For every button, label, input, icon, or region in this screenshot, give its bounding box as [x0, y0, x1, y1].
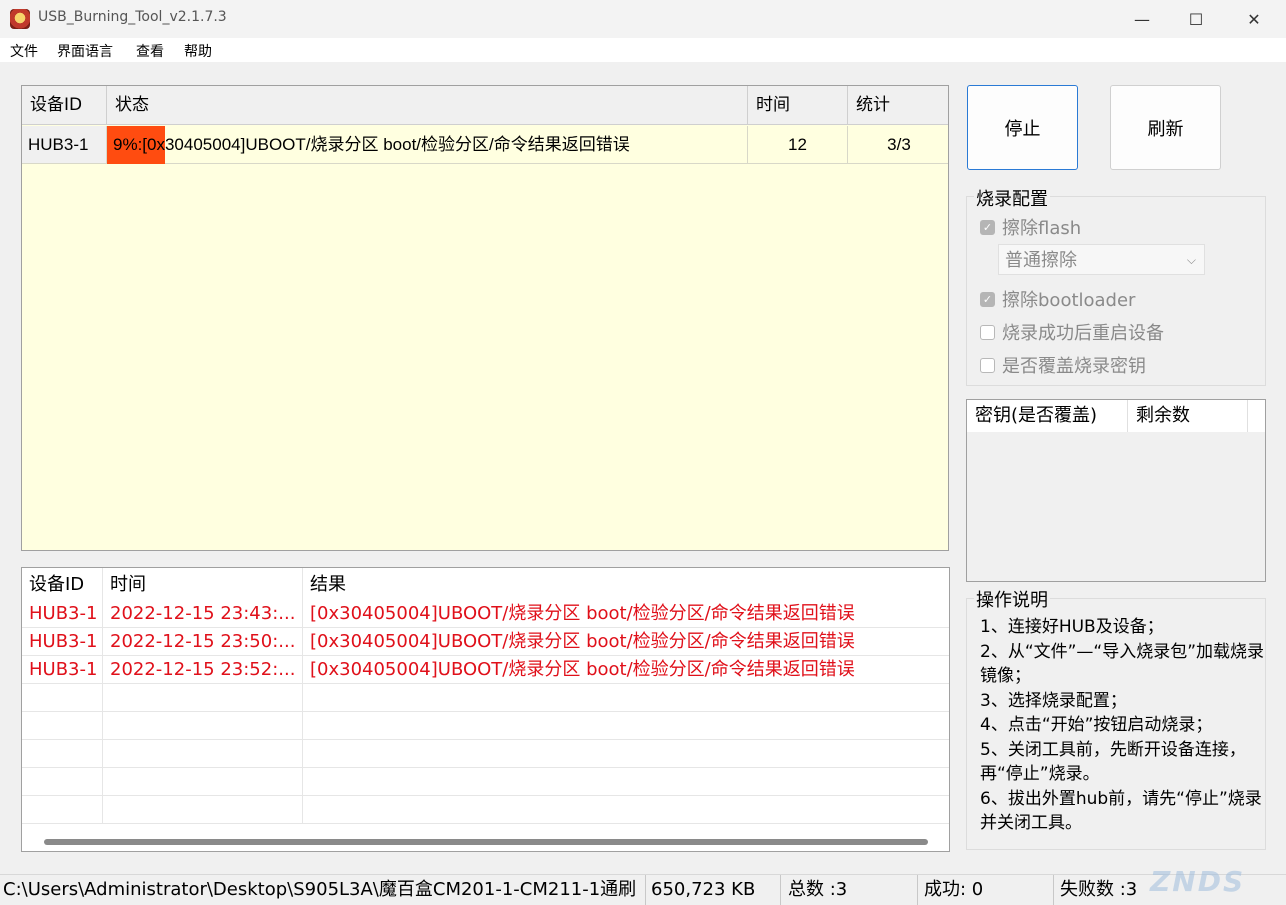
log-device-id: HUB3-1 [22, 656, 103, 684]
empty-log-row [22, 740, 949, 768]
menu-language[interactable]: 界面语言 [57, 41, 113, 61]
watermark-logo: ZNDS [1150, 865, 1246, 898]
log-table[interactable]: 设备ID 时间 结果 HUB3-1 2022-12-15 23:43:... [… [21, 567, 950, 852]
device-id-cell: HUB3-1 [22, 126, 107, 164]
instruction-line: 4、点击“开始”按钮启动烧录； [980, 715, 1213, 735]
status-bar: C:\Users\Administrator\Desktop\S905L3A\魔… [0, 874, 1286, 905]
overwrite-key-checkbox[interactable] [980, 357, 995, 373]
overwrite-key-label: 是否覆盖烧录密钥 [1002, 356, 1146, 377]
log-col-header-time[interactable]: 时间 [103, 568, 303, 602]
empty-cell [103, 684, 303, 712]
log-col-header-result[interactable]: 结果 [303, 568, 949, 602]
log-col-header-device-id[interactable]: 设备ID [22, 568, 103, 602]
menu-bar: 文件 界面语言 查看 帮助 [0, 38, 1286, 62]
log-device-id: HUB3-1 [22, 628, 103, 656]
erase-mode-value: 普通擦除 [1005, 250, 1077, 271]
burn-config-title: 烧录配置 [974, 185, 1050, 211]
col-header-status[interactable]: 状态 [107, 86, 748, 125]
erase-flash-option[interactable]: ✓ 擦除flash [980, 214, 1081, 240]
status-text: 9%:[0x30405004]UBOOT/烧录分区 boot/检验分区/命令结果… [113, 135, 630, 154]
time-cell: 12 [748, 126, 848, 164]
reboot-after-checkbox[interactable] [980, 324, 995, 340]
scrollbar-thumb[interactable] [44, 839, 928, 845]
instruction-line: 2、从“文件”—“导入烧录包”加载烧录镜像； [980, 641, 1265, 687]
reboot-after-option[interactable]: 烧录成功后重启设备 [980, 319, 1164, 345]
title-bar: USB_Burning_Tool_v2.1.7.3 — ☐ ✕ [0, 0, 1286, 38]
log-row[interactable]: HUB3-1 2022-12-15 23:43:... [0x30405004]… [22, 600, 949, 628]
erase-flash-label: 擦除flash [1002, 218, 1082, 239]
overwrite-key-option[interactable]: 是否覆盖烧录密钥 [980, 352, 1146, 378]
refresh-button[interactable]: 刷新 [1110, 85, 1221, 170]
empty-cell [103, 740, 303, 768]
col-header-stats[interactable]: 统计 [848, 86, 948, 125]
app-icon [10, 9, 30, 29]
instructions-title: 操作说明 [974, 586, 1050, 612]
log-result: [0x30405004]UBOOT/烧录分区 boot/检验分区/命令结果返回错… [310, 631, 855, 652]
status-success: 成功: 0 [924, 875, 1054, 905]
col-header-device-id[interactable]: 设备ID [22, 86, 107, 125]
log-device-id: HUB3-1 [22, 600, 103, 628]
status-total: 总数 :3 [788, 875, 918, 905]
empty-cell [22, 796, 103, 824]
log-time: 2022-12-15 23:50:... [103, 628, 303, 656]
stats-cell: 3/3 [848, 126, 948, 164]
erase-bootloader-checkbox[interactable]: ✓ [980, 291, 995, 307]
empty-cell [22, 740, 103, 768]
empty-cell [103, 768, 303, 796]
instruction-line: 6、拔出外置hub前，请先“停止”烧录并关闭工具。 [980, 788, 1262, 834]
menu-help[interactable]: 帮助 [184, 41, 212, 61]
erase-bootloader-option[interactable]: ✓ 擦除bootloader [980, 286, 1135, 312]
empty-cell [22, 712, 103, 740]
minimize-button[interactable]: — [1119, 0, 1165, 38]
erase-bootloader-label: 擦除bootloader [1002, 290, 1136, 311]
status-path: C:\Users\Administrator\Desktop\S905L3A\魔… [3, 875, 646, 905]
window-title: USB_Burning_Tool_v2.1.7.3 [38, 9, 227, 25]
empty-cell [22, 768, 103, 796]
status-cell: 9%:[0x30405004]UBOOT/烧录分区 boot/检验分区/命令结果… [107, 126, 748, 164]
status-size: 650,723 KB [651, 875, 781, 905]
log-time: 2022-12-15 23:52:... [103, 656, 303, 684]
menu-file[interactable]: 文件 [10, 41, 38, 61]
col-header-time[interactable]: 时间 [748, 86, 848, 125]
instruction-line: 1、连接好HUB及设备； [980, 617, 1164, 637]
maximize-button[interactable]: ☐ [1173, 0, 1219, 38]
empty-log-row [22, 684, 949, 712]
erase-flash-checkbox[interactable]: ✓ [980, 219, 995, 235]
empty-cell [22, 684, 103, 712]
stop-button[interactable]: 停止 [967, 85, 1078, 170]
empty-log-row [22, 768, 949, 796]
col-header-key[interactable]: 密钥(是否覆盖) [967, 400, 1128, 432]
empty-cell [103, 796, 303, 824]
empty-log-row [22, 712, 949, 740]
instructions-text: 1、连接好HUB及设备； 2、从“文件”—“导入烧录包”加载烧录镜像； 3、选择… [980, 615, 1265, 836]
col-header-remaining[interactable]: 剩余数 [1128, 400, 1248, 432]
log-result: [0x30405004]UBOOT/烧录分区 boot/检验分区/命令结果返回错… [310, 603, 855, 624]
close-button[interactable]: ✕ [1231, 0, 1277, 38]
empty-log-row [22, 796, 949, 824]
erase-mode-select[interactable]: 普通擦除 ⌵ [998, 244, 1205, 275]
reboot-after-label: 烧录成功后重启设备 [1002, 323, 1164, 344]
chevron-down-icon: ⌵ [1186, 253, 1196, 267]
col-header-spacer [1248, 400, 1265, 432]
empty-cell [103, 712, 303, 740]
log-row[interactable]: HUB3-1 2022-12-15 23:52:... [0x30405004]… [22, 656, 949, 684]
instruction-line: 3、选择烧录配置； [980, 690, 1127, 711]
log-time: 2022-12-15 23:43:... [103, 600, 303, 628]
menu-view[interactable]: 查看 [136, 41, 164, 61]
device-table[interactable]: 设备ID 状态 时间 统计 HUB3-1 9%:[0x30405004]UBOO… [21, 85, 949, 551]
horizontal-scrollbar[interactable] [22, 832, 949, 851]
log-result: [0x30405004]UBOOT/烧录分区 boot/检验分区/命令结果返回错… [310, 659, 855, 680]
key-table[interactable]: 密钥(是否覆盖) 剩余数 [966, 399, 1266, 582]
instruction-line: 5、关闭工具前，先断开设备连接，再“停止”烧录。 [980, 739, 1246, 785]
log-row[interactable]: HUB3-1 2022-12-15 23:50:... [0x30405004]… [22, 628, 949, 656]
